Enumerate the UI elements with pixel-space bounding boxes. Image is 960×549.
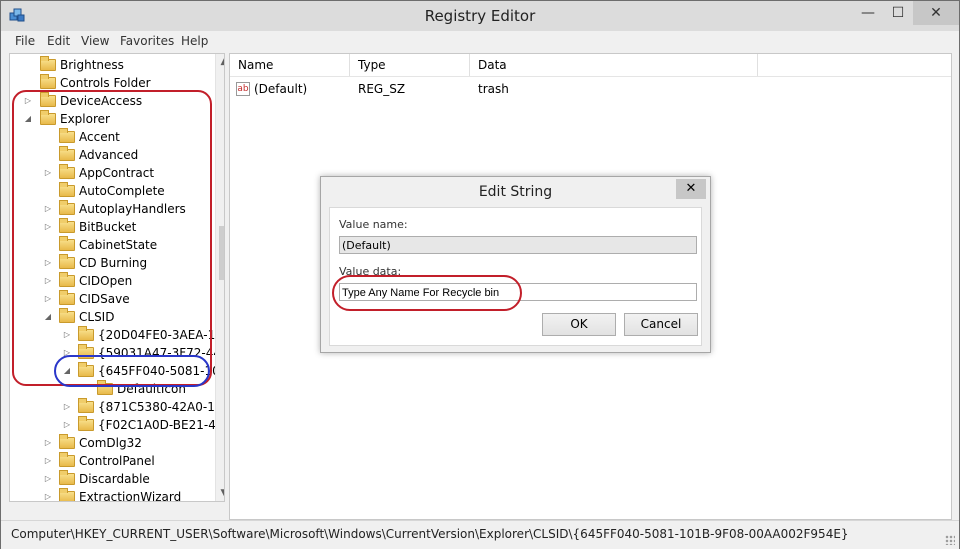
value-name-label: Value name: (339, 218, 408, 231)
tree-item-label: ControlPanel (79, 454, 155, 468)
folder-icon (59, 488, 75, 501)
close-button[interactable]: ✕ (913, 1, 959, 25)
resize-grip-icon[interactable] (945, 535, 955, 545)
cell-type: REG_SZ (358, 82, 406, 96)
red-annotation-circle (332, 275, 522, 311)
folder-icon (40, 74, 56, 89)
folder-icon (59, 434, 75, 449)
scroll-down-arrow-icon[interactable]: ▼ (216, 485, 224, 501)
red-annotation-circle (12, 90, 212, 386)
value-name-field: (Default) (339, 236, 697, 254)
window-title: Registry Editor (424, 7, 536, 25)
menu-edit[interactable]: Edit (47, 34, 70, 48)
menu-file[interactable]: File (15, 34, 35, 48)
tree-item[interactable]: ▷ ExtractionWizard (10, 488, 215, 502)
column-header-name[interactable]: Name (230, 54, 350, 76)
tree-item-label: {F02C1A0D-BE21-435 (98, 418, 225, 432)
menu-bar: File Edit View Favorites Help (1, 31, 959, 51)
title-bar[interactable]: Registry Editor — ☐ ✕ (1, 1, 959, 31)
maximize-button[interactable]: ☐ (883, 1, 913, 25)
blue-annotation-circle (54, 355, 210, 387)
tree-item[interactable]: Brightness (10, 56, 215, 74)
folder-icon (78, 398, 94, 413)
expand-arrow-icon[interactable]: ▷ (44, 434, 52, 452)
cell-name: (Default) (254, 82, 308, 96)
column-header-type[interactable]: Type (350, 54, 470, 76)
folder-icon (59, 470, 75, 485)
cell-data: trash (478, 82, 509, 96)
main-area: Brightness Controls Folder ▷ DeviceAcces… (1, 51, 959, 520)
tree-item-label: Discardable (79, 472, 150, 486)
menu-view[interactable]: View (81, 34, 109, 48)
cancel-button[interactable]: Cancel (624, 313, 698, 336)
folder-icon (78, 416, 94, 431)
tree-item-label: {871C5380-42A0-106 (98, 400, 225, 414)
expand-arrow-icon[interactable]: ▷ (44, 452, 52, 470)
dialog-body: Value name: (Default) Value data: Type A… (329, 207, 702, 346)
tree-item[interactable]: ▷ ControlPanel (10, 452, 215, 470)
registry-editor-window: Registry Editor — ☐ ✕ File Edit View Fav… (0, 0, 960, 549)
edit-string-dialog: Edit String ✕ Value name: (Default) Valu… (320, 176, 711, 353)
tree-item-label: ExtractionWizard (79, 490, 182, 502)
ok-button[interactable]: OK (542, 313, 616, 336)
column-header-data[interactable]: Data (470, 54, 758, 76)
status-bar: Computer\HKEY_CURRENT_USER\Software\Micr… (1, 520, 959, 549)
scrollbar-thumb[interactable] (219, 226, 224, 280)
folder-icon (59, 452, 75, 467)
tree-item-label: Brightness (60, 58, 124, 72)
expand-arrow-icon[interactable]: ▷ (44, 488, 52, 501)
dialog-title: Edit String (478, 184, 553, 200)
status-path: Computer\HKEY_CURRENT_USER\Software\Micr… (11, 527, 849, 541)
string-value-icon: ab (236, 82, 250, 96)
tree-item[interactable]: ▷ {F02C1A0D-BE21-435 (10, 416, 224, 434)
expand-arrow-icon[interactable]: ▷ (63, 398, 71, 416)
scroll-up-arrow-icon[interactable]: ▲ (216, 54, 224, 70)
minimize-button[interactable]: — (853, 1, 883, 25)
tree-item[interactable]: ▷ ComDlg32 (10, 434, 215, 452)
menu-help[interactable]: Help (181, 34, 208, 48)
expand-arrow-icon[interactable]: ▷ (63, 416, 71, 434)
tree-scrollbar[interactable]: ▲ ▼ (215, 54, 224, 501)
tree-item[interactable]: ▷ Discardable (10, 470, 215, 488)
dialog-close-button[interactable]: ✕ (676, 179, 706, 199)
menu-favorites[interactable]: Favorites (120, 34, 174, 48)
key-tree[interactable]: Brightness Controls Folder ▷ DeviceAcces… (9, 53, 225, 502)
tree-item-label: ComDlg32 (79, 436, 142, 450)
tree-item[interactable]: ▷ {871C5380-42A0-106 (10, 398, 224, 416)
folder-icon (40, 56, 56, 71)
expand-arrow-icon[interactable]: ▷ (44, 470, 52, 488)
header-divider (230, 76, 951, 77)
